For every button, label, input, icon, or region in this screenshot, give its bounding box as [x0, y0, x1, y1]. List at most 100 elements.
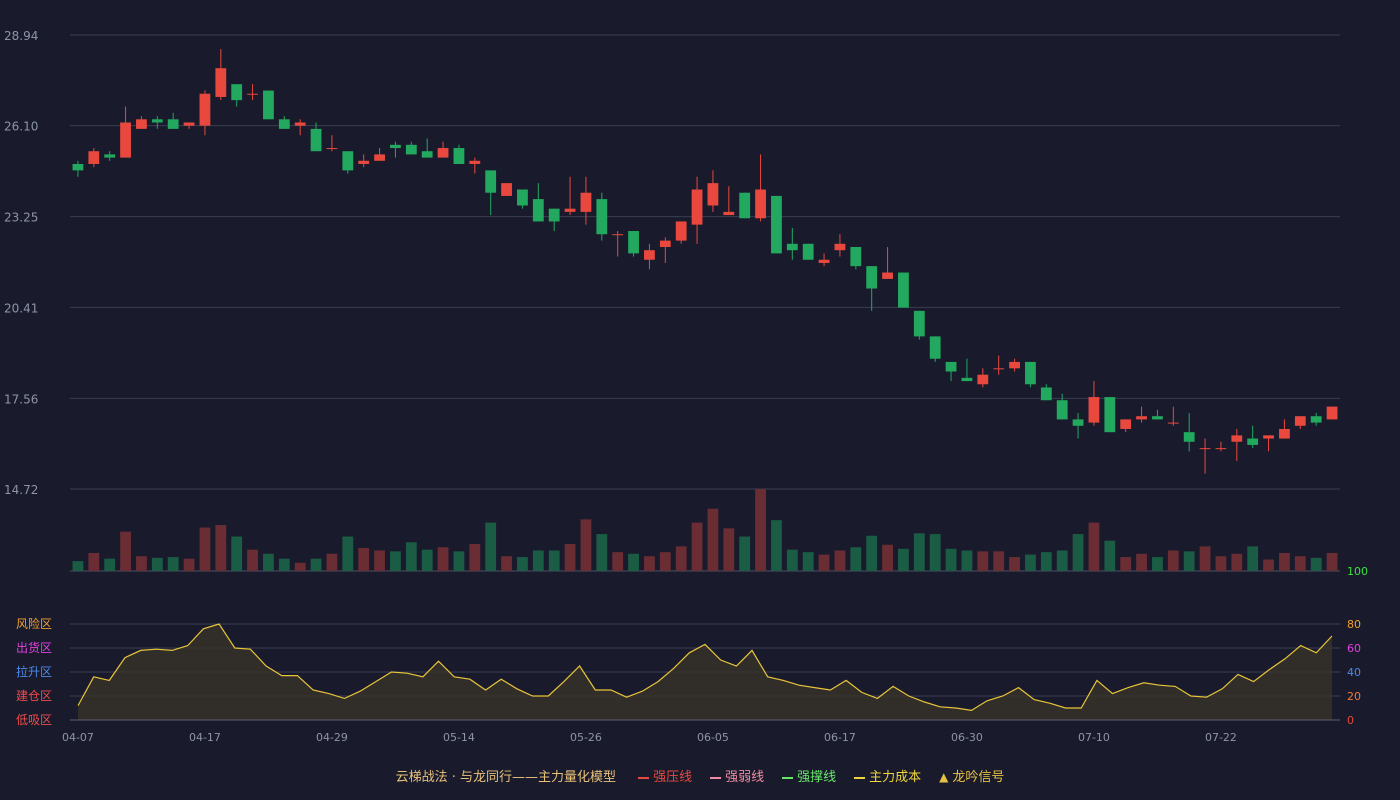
candle-body: [390, 144, 401, 149]
candle: [628, 231, 639, 257]
candle: [1072, 413, 1084, 439]
volume-bar: [1072, 534, 1084, 571]
price-tick-label: 20.41: [4, 301, 38, 315]
x-tick-label: 07-22: [1205, 731, 1237, 744]
candle-body: [1167, 422, 1179, 424]
candle-body: [882, 272, 893, 279]
zone-label: 风险区: [16, 616, 52, 631]
candle-body: [993, 368, 1005, 370]
volume-bar: [1040, 552, 1052, 571]
candle-body: [771, 195, 782, 254]
volume-bar: [961, 550, 973, 571]
volume-bar: [167, 557, 179, 571]
volume-bar: [421, 549, 433, 571]
zone-label: 建仓区: [16, 689, 52, 703]
candle: [1183, 413, 1195, 452]
candle-body: [834, 243, 846, 251]
candle-body: [374, 154, 385, 161]
candle: [659, 237, 671, 263]
candle: [913, 310, 925, 340]
volume-bars: [72, 489, 1338, 571]
volume-bar: [802, 552, 814, 571]
volume-bar: [136, 556, 147, 571]
volume-bar: [1199, 546, 1211, 571]
candle-body: [961, 377, 973, 382]
candle-body: [707, 183, 719, 206]
volume-bar: [882, 544, 893, 571]
volume-bar: [1263, 559, 1274, 571]
candle: [104, 151, 116, 161]
candle-body: [739, 192, 751, 219]
volume-bar: [707, 508, 719, 571]
volume-bar: [1326, 552, 1338, 571]
candle: [326, 135, 338, 152]
candle: [739, 192, 751, 219]
legend-item[interactable]: 强弱线: [710, 766, 764, 785]
volume-bar: [231, 536, 243, 571]
candle: [247, 84, 258, 101]
volume-bar: [548, 550, 560, 571]
volume-bar: [278, 558, 290, 571]
candle: [723, 186, 735, 216]
candle: [850, 246, 862, 270]
candle: [644, 243, 655, 270]
volume-bar: [1136, 553, 1147, 571]
volume-bar: [1294, 556, 1306, 571]
volume-bar: [453, 551, 465, 571]
legend-item[interactable]: 主力成本: [854, 766, 921, 785]
candle: [707, 170, 719, 212]
candle-body: [1104, 397, 1116, 433]
candle-body: [913, 310, 925, 337]
volume-bar: [818, 554, 830, 571]
candle: [1040, 384, 1052, 401]
candle: [1025, 361, 1036, 388]
volume-bar: [755, 489, 766, 571]
candle-body: [437, 148, 449, 158]
candle: [517, 189, 528, 209]
legend-item[interactable]: 强压线: [638, 766, 692, 785]
legend-item[interactable]: ▲ 龙吟信号: [939, 766, 1004, 785]
volume-bar: [374, 550, 385, 571]
candle-body: [120, 122, 131, 158]
x-axis: 04-07 04-17 04-29 05-14 05-26 06-05 06-17 06-30…: [62, 731, 1237, 744]
candle: [231, 84, 243, 107]
volume-bar: [485, 522, 497, 571]
candle-body: [263, 90, 274, 120]
candle-body: [1009, 361, 1020, 369]
candle: [596, 192, 608, 241]
volume-bar: [898, 548, 909, 571]
candle-body: [326, 148, 338, 150]
candle-body: [1199, 448, 1211, 450]
candle-body: [1136, 416, 1147, 420]
candle: [1247, 425, 1259, 449]
volume-bar: [501, 556, 512, 571]
volume-bar: [405, 542, 417, 571]
candle-body: [532, 199, 544, 222]
volume-bar: [675, 546, 687, 571]
candle: [675, 221, 687, 244]
candle-body: [786, 243, 798, 251]
candle: [755, 154, 766, 222]
volume-bar: [1183, 551, 1195, 571]
candle-body: [469, 160, 481, 164]
volume-bar: [913, 533, 925, 571]
candle-body: [1072, 419, 1084, 426]
candle: [1104, 397, 1116, 433]
legend-item[interactable]: 强撑线: [782, 766, 836, 785]
candle-body: [294, 122, 306, 126]
volume-bar: [517, 557, 528, 571]
x-tick-label: 06-30: [951, 731, 983, 744]
candle: [866, 266, 878, 311]
candle: [882, 246, 893, 279]
volume-bar: [850, 547, 862, 571]
candle: [183, 122, 195, 129]
indicator-tick-label: 80: [1347, 618, 1361, 631]
volume-bar: [771, 520, 782, 571]
volume-bar: [659, 552, 671, 571]
volume-bar: [786, 549, 798, 571]
candle: [390, 141, 401, 158]
candle: [1136, 406, 1147, 423]
volume-bar: [437, 547, 449, 571]
candle: [278, 116, 290, 129]
volume-bar: [1104, 540, 1116, 571]
